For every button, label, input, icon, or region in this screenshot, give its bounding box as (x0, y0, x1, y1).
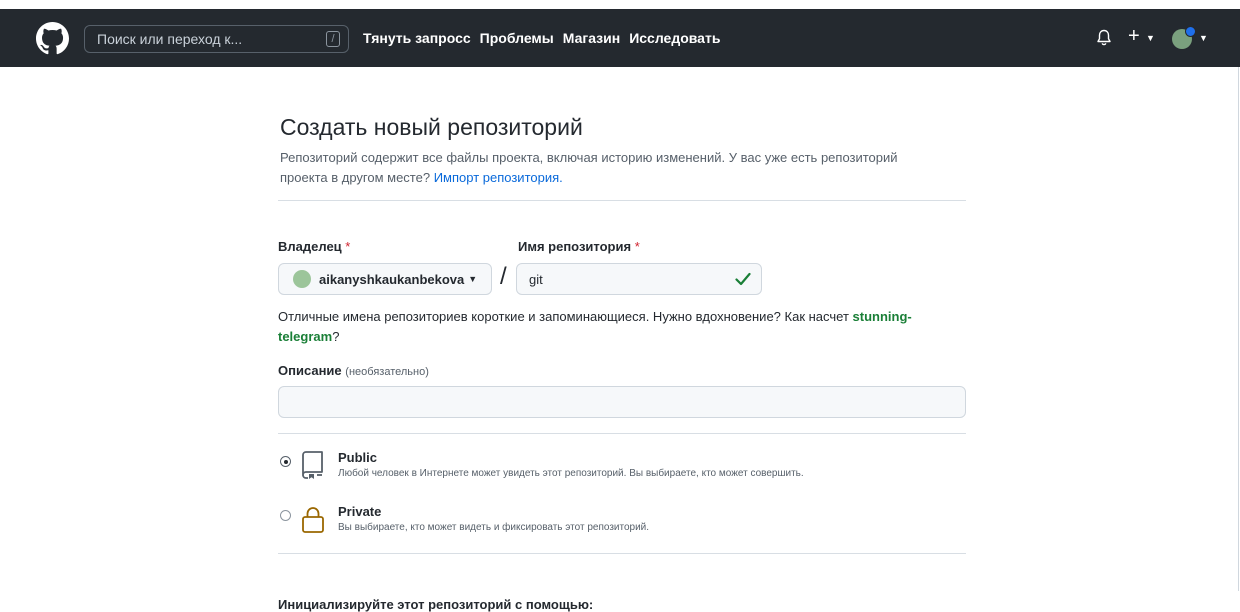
search-shortcut-badge: / (326, 31, 340, 47)
plus-icon[interactable]: + (1128, 26, 1140, 46)
required-mark: * (345, 239, 351, 254)
description-label: Описание (необязательно) (278, 363, 429, 378)
visibility-private[interactable]: Private Вы выбираете, кто может видеть и… (278, 504, 966, 544)
chevron-down-icon: ▼ (468, 274, 478, 284)
repo-name-value: git (529, 271, 543, 287)
nav-pull-requests[interactable]: Тянуть запросс (363, 30, 471, 46)
nav-issues[interactable]: Проблемы (480, 30, 554, 46)
nav-marketplace[interactable]: Магазин (563, 30, 620, 46)
public-description: Любой человек в Интернете может увидеть … (338, 468, 804, 479)
page-title: Создать новый репозиторий (280, 114, 583, 140)
lock-icon (302, 507, 324, 533)
divider (278, 553, 966, 554)
nav-explore[interactable]: Исследовать (629, 30, 720, 46)
private-title: Private (338, 504, 382, 519)
private-description: Вы выбираете, кто может видеть и фиксиро… (338, 522, 650, 533)
import-repo-link[interactable]: Импорт репозитория. (434, 170, 563, 185)
divider (278, 200, 966, 201)
owner-avatar (293, 270, 311, 288)
repo-icon (302, 451, 323, 479)
status-dot-icon (1185, 26, 1196, 37)
hint-end: ? (332, 329, 340, 344)
divider (278, 433, 966, 434)
description-label-text: Описание (278, 363, 342, 378)
owner-label-text: Владелец (278, 239, 342, 254)
search-input[interactable]: Поиск или переход к... / (84, 25, 349, 53)
description-optional: (необязательно) (345, 366, 429, 378)
repo-name-hint: Отличные имена репозиториев короткие и з… (278, 307, 966, 347)
owner-label: Владелец * (278, 239, 350, 254)
repo-name-label-text: Имя репозитория (518, 239, 632, 254)
plus-caret-icon[interactable]: ▼ (1146, 33, 1155, 43)
public-title: Public (338, 450, 378, 465)
page-subtitle: Репозиторий содержит все файлы проекта, … (280, 148, 940, 188)
check-icon (735, 272, 751, 286)
required-mark: * (634, 239, 640, 254)
init-section-title: Инициализируйте этот репозиторий с помощ… (278, 597, 594, 612)
description-input[interactable] (278, 386, 966, 418)
scrollbar[interactable] (1238, 67, 1239, 591)
repo-name-input[interactable]: git (516, 263, 762, 295)
public-radio[interactable] (280, 456, 291, 467)
github-logo-icon[interactable] (36, 22, 69, 55)
bell-icon[interactable] (1096, 29, 1112, 47)
visibility-public[interactable]: Public Любой человек в Интернете может у… (278, 450, 966, 490)
avatar-caret-icon[interactable]: ▼ (1199, 33, 1208, 43)
owner-value: aikanyshkaukanbekova (319, 271, 465, 287)
private-radio[interactable] (280, 510, 291, 521)
hint-text: Отличные имена репозиториев короткие и з… (278, 309, 849, 324)
window-top-strip (0, 0, 1240, 9)
global-header: Поиск или переход к... / Тянуть запросс … (0, 9, 1240, 67)
search-placeholder: Поиск или переход к... (97, 31, 243, 47)
owner-repo-separator: / (500, 263, 507, 290)
header-nav: Тянуть запросс Проблемы Магазин Исследов… (363, 9, 729, 67)
repo-name-label: Имя репозитория * (518, 239, 640, 254)
owner-select[interactable]: aikanyshkaukanbekova ▼ (278, 263, 492, 295)
subtitle-text: Репозиторий содержит все файлы проекта, … (280, 150, 898, 185)
